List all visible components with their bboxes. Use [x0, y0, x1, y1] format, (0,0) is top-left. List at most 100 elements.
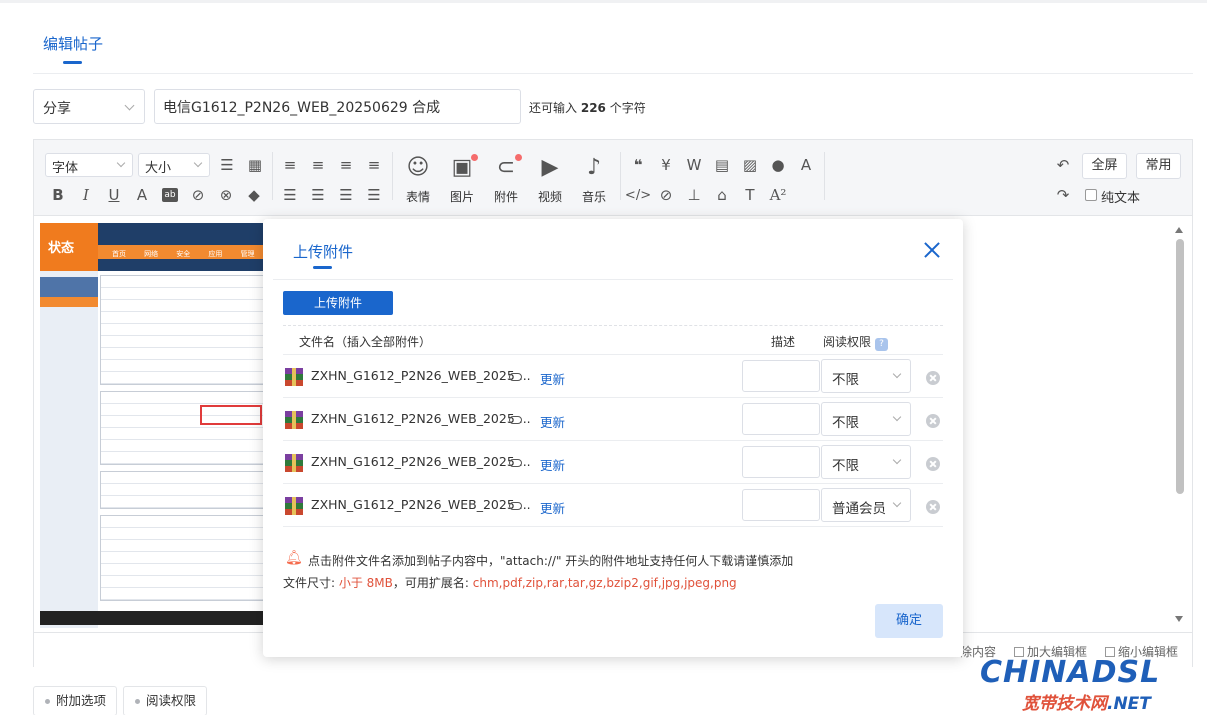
- undo-icon[interactable]: ↶: [1053, 155, 1073, 175]
- numbered-list-icon[interactable]: ☰: [336, 185, 356, 205]
- subscript-icon[interactable]: A: [796, 155, 816, 175]
- update-link[interactable]: 更新: [540, 498, 565, 517]
- description-input[interactable]: [742, 403, 820, 435]
- font-color-icon[interactable]: A: [132, 185, 152, 205]
- description-input[interactable]: [742, 446, 820, 478]
- upload-attachment-button[interactable]: 上传附件: [283, 291, 393, 315]
- chevron-down-icon: [116, 158, 126, 168]
- image-button[interactable]: ▣ 图片: [444, 154, 480, 208]
- link-icon[interactable]: ⊘: [188, 185, 208, 205]
- scroll-down-icon[interactable]: [1175, 616, 1183, 622]
- permission-select[interactable]: 不限: [821, 445, 911, 479]
- screenshot-table: [100, 515, 268, 601]
- remove-icon[interactable]: [926, 414, 940, 428]
- hide-icon[interactable]: ⊘: [656, 185, 676, 205]
- link-icon[interactable]: [509, 373, 522, 381]
- permission-select[interactable]: 不限: [821, 402, 911, 436]
- superscript-icon[interactable]: A²: [768, 185, 788, 205]
- underline-icon[interactable]: U: [104, 185, 124, 205]
- attachment-button[interactable]: ⊂ 附件: [488, 154, 524, 208]
- scroll-thumb[interactable]: [1176, 239, 1184, 494]
- attachment-filename[interactable]: ZXHN_G1612_P2N26_WEB_2025 ...: [311, 497, 531, 512]
- music-label: 音乐: [581, 190, 606, 204]
- scroll-up-icon[interactable]: [1175, 227, 1183, 233]
- update-link[interactable]: 更新: [540, 369, 565, 388]
- extra-options-button[interactable]: 附加选项: [33, 686, 118, 715]
- read-permission-button[interactable]: 阅读权限: [123, 686, 208, 715]
- table-icon[interactable]: ▦: [245, 155, 265, 175]
- emoji-label: 表情: [405, 190, 430, 204]
- update-link[interactable]: 更新: [540, 412, 565, 431]
- description-input[interactable]: [742, 360, 820, 392]
- image-icon: ▣: [444, 154, 480, 182]
- outdent-icon[interactable]: ☰: [308, 185, 328, 205]
- indent-icon[interactable]: ☰: [280, 185, 300, 205]
- fullscreen-button[interactable]: 全屏: [1082, 153, 1127, 179]
- screenshot-table: [100, 471, 268, 509]
- font-family-select[interactable]: 字体: [45, 153, 133, 177]
- currency-icon[interactable]: ¥: [656, 155, 676, 175]
- redo-icon[interactable]: ↷: [1053, 185, 1073, 205]
- chevron-down-icon: [892, 498, 902, 508]
- highlight-icon[interactable]: ab: [160, 185, 180, 205]
- align-center-icon[interactable]: ≡: [336, 155, 356, 175]
- help-icon[interactable]: ?: [875, 338, 889, 351]
- video-label: 视频: [537, 190, 562, 204]
- tab-edit-post[interactable]: 编辑帖子: [43, 33, 103, 54]
- quote-icon[interactable]: ❝: [628, 155, 648, 175]
- horizontal-rule-icon[interactable]: ☰: [217, 155, 237, 175]
- close-icon[interactable]: [921, 239, 943, 261]
- unlink-icon[interactable]: ⊗: [216, 185, 236, 205]
- link-icon[interactable]: [509, 459, 522, 467]
- remove-icon[interactable]: [926, 371, 940, 385]
- attachment-filename[interactable]: ZXHN_G1612_P2N26_WEB_2025 ...: [311, 454, 531, 469]
- align-left-icon[interactable]: ≡: [308, 155, 328, 175]
- attachment-filename[interactable]: ZXHN_G1612_P2N26_WEB_2025 ...: [311, 368, 531, 383]
- screenshot-sidebar: [40, 271, 98, 628]
- video-button[interactable]: ▶ 视频: [532, 154, 568, 208]
- update-link[interactable]: 更新: [540, 455, 565, 474]
- link-icon[interactable]: [509, 502, 522, 510]
- emoji-button[interactable]: ☺ 表情: [400, 154, 436, 208]
- italic-icon[interactable]: I: [76, 185, 96, 205]
- watermark-sub: 宽带技术网.NET: [1022, 689, 1151, 714]
- screenshot-nav-item: 网络: [144, 250, 159, 258]
- editor-scrollbar[interactable]: [1174, 227, 1184, 622]
- bullet-list-icon[interactable]: ☰: [364, 185, 384, 205]
- permission-select[interactable]: 不限: [821, 359, 911, 393]
- music-button[interactable]: ♪ 音乐: [576, 154, 612, 208]
- bold-icon[interactable]: B: [48, 185, 68, 205]
- post-title-input[interactable]: [154, 89, 521, 124]
- common-button[interactable]: 常用: [1136, 153, 1181, 179]
- list-grid-icon[interactable]: ▤: [712, 155, 732, 175]
- permission-select[interactable]: 普通会员: [821, 488, 911, 522]
- remove-icon[interactable]: [926, 500, 940, 514]
- chevron-down-icon: [124, 100, 135, 111]
- column-filename[interactable]: 文件名（插入全部附件）: [299, 333, 431, 350]
- char-count-number: 226: [580, 101, 606, 115]
- tab-upload-attachment[interactable]: 上传附件: [293, 241, 353, 262]
- permission-value: 普通会员: [832, 501, 886, 517]
- font-size-select[interactable]: 大小: [138, 153, 210, 177]
- lock-icon[interactable]: ⌂: [712, 185, 732, 205]
- text-format-icon[interactable]: T: [740, 185, 760, 205]
- attachment-filename[interactable]: ZXHN_G1612_P2N26_WEB_2025 ...: [311, 411, 531, 426]
- ordered-list-icon[interactable]: ≡: [280, 155, 300, 175]
- plain-text-checkbox[interactable]: [1085, 189, 1097, 201]
- eraser-icon[interactable]: ◆: [244, 185, 264, 205]
- screenshot-status-header: 状态: [40, 223, 98, 271]
- code-icon[interactable]: </>: [625, 185, 651, 205]
- qq-icon[interactable]: ●: [768, 155, 788, 175]
- page-break-icon[interactable]: ⊥: [684, 185, 704, 205]
- pattern-icon[interactable]: ▨: [740, 155, 760, 175]
- video-icon: ▶: [541, 155, 559, 180]
- screenshot-nav-item: 应用: [208, 250, 223, 258]
- remove-icon[interactable]: [926, 457, 940, 471]
- link-icon[interactable]: [509, 416, 522, 424]
- description-input[interactable]: [742, 489, 820, 521]
- word-icon[interactable]: W: [684, 155, 704, 175]
- toolbar-separator: [392, 152, 393, 200]
- category-select[interactable]: 分享: [33, 89, 145, 124]
- align-right-icon[interactable]: ≡: [364, 155, 384, 175]
- confirm-button[interactable]: 确定: [875, 604, 943, 638]
